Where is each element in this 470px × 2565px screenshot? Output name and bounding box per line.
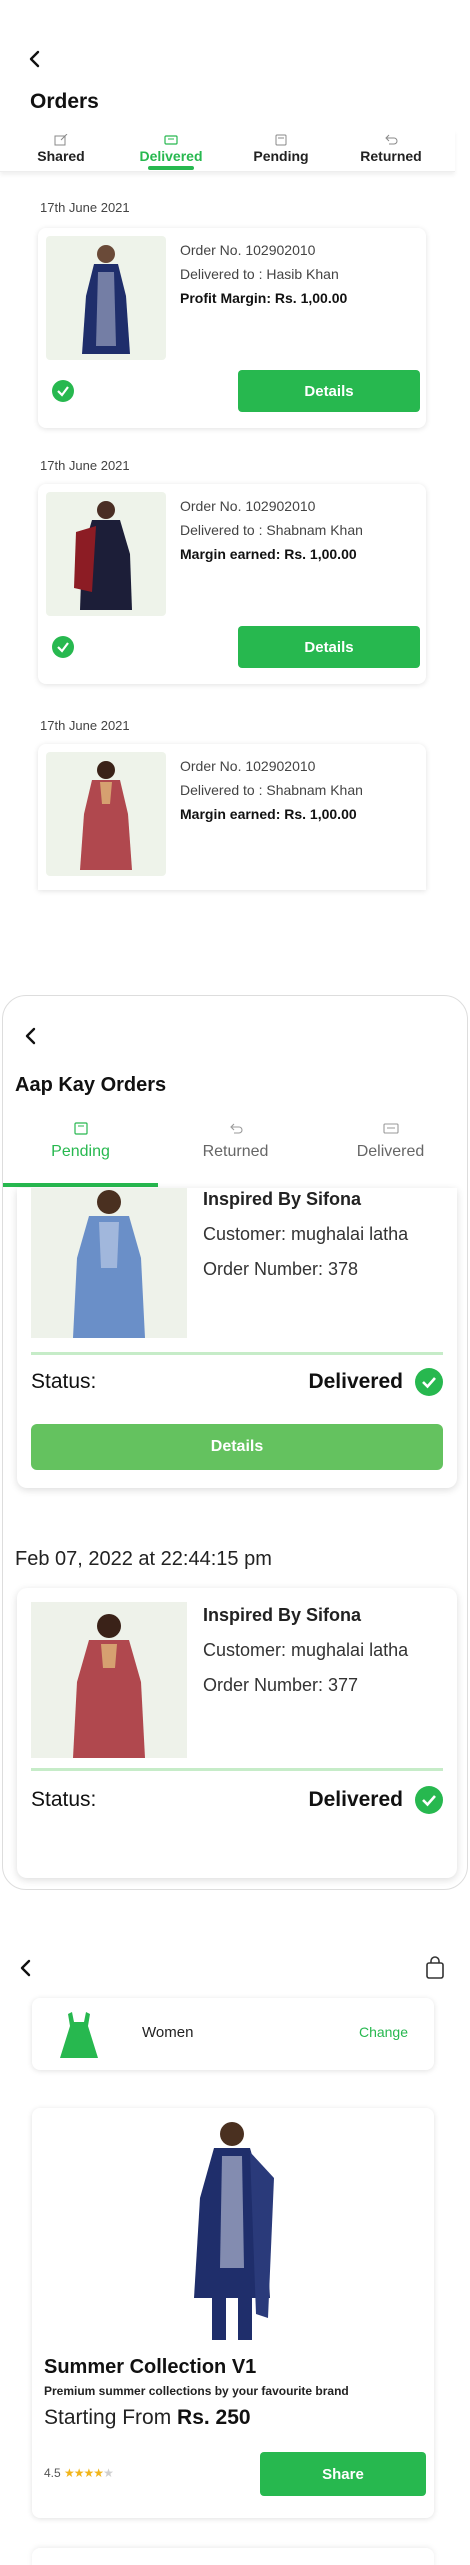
tab-pending[interactable]: Pending (3, 1116, 158, 1161)
status-value: Delivered (308, 1370, 403, 1393)
order-info: Order No. 102902010 Delivered to : Shabn… (180, 498, 363, 562)
order-info: Order No. 102902010 Delivered to : Hasib… (180, 242, 348, 306)
product-thumbnail (31, 1188, 187, 1338)
product-name: Summer Collection V1 (44, 2356, 257, 2378)
back-arrow-icon[interactable] (16, 1958, 36, 1978)
back-arrow-icon[interactable] (24, 48, 46, 70)
check-icon (415, 1368, 443, 1396)
order-date: 17th June 2021 (40, 200, 130, 215)
check-icon (52, 636, 74, 658)
product-thumbnail (46, 236, 166, 360)
status-label: Status: (31, 1788, 97, 1811)
truck-icon (164, 135, 178, 145)
truck-icon (382, 1123, 399, 1134)
pending-icon (275, 134, 287, 146)
return-icon (229, 1123, 242, 1134)
order-tabs: Pending Returned Delivered (3, 1116, 467, 1188)
product-rating: 4.5 ★★★★★ (44, 2466, 114, 2480)
order-date: 17th June 2021 (40, 458, 130, 473)
order-card: Inspired By Sifona Customer: mughalai la… (17, 1188, 457, 1488)
details-button[interactable]: Details (31, 1424, 443, 1470)
divider (31, 1768, 443, 1771)
share-icon (54, 134, 68, 146)
order-card: Inspired By Sifona Customer: mughalai la… (17, 1588, 457, 1878)
order-date: Feb 07, 2022 at 22:44:15 pm (15, 1548, 272, 1570)
divider (31, 1352, 443, 1355)
tab-returned[interactable]: Returned (336, 130, 446, 166)
share-button[interactable]: Share (260, 2452, 426, 2496)
tab-pending[interactable]: Pending (226, 130, 336, 166)
page-title: Aap Kay Orders (15, 1074, 167, 1096)
star-empty-icon: ★ (103, 2466, 114, 2480)
order-info: Inspired By Sifona Customer: mughalai la… (203, 1605, 409, 1695)
product-thumbnail (31, 1602, 187, 1758)
active-tab-indicator (3, 1183, 158, 1187)
order-card: Order No. 102902010 Delivered to : Shabn… (38, 484, 426, 684)
shopping-bag-icon[interactable] (424, 1956, 446, 1980)
order-info: Order No. 102902010 Delivered to : Shabn… (180, 758, 363, 822)
tab-shared[interactable]: Shared (6, 130, 116, 166)
product-thumbnail (46, 492, 166, 616)
tab-delivered[interactable]: Delivered (313, 1116, 467, 1161)
pending-icon (73, 1122, 88, 1135)
back-arrow-icon[interactable] (21, 1026, 41, 1046)
product-price: Starting From Rs. 250 (44, 2406, 251, 2429)
status-value: Delivered (308, 1788, 403, 1811)
order-tabs: Shared Delivered Pending Returned (0, 130, 455, 172)
star-rating-icon: ★★★★ (64, 2466, 104, 2480)
tab-returned[interactable]: Returned (158, 1116, 313, 1161)
details-button[interactable]: Details (238, 370, 420, 412)
change-category-link[interactable]: Change (359, 2024, 408, 2040)
orders-screen: Orders Shared Delivered Pending Returned… (0, 0, 470, 890)
product-card[interactable]: Summer Collection V1 Premium summer coll… (32, 2108, 434, 2518)
order-date: 17th June 2021 (40, 718, 130, 733)
details-button[interactable]: Details (238, 626, 420, 668)
dress-icon (60, 2012, 98, 2058)
active-tab-indicator (148, 166, 194, 170)
product-image (194, 2122, 274, 2340)
page-title: Orders (30, 90, 99, 113)
aap-kay-orders-screen: Aap Kay Orders Pending Returned Delivere… (2, 995, 468, 1890)
next-product-card (32, 2548, 434, 2565)
check-icon (52, 380, 74, 402)
category-selector: Women Change (32, 1998, 434, 2070)
product-tagline: Premium summer collections by your favou… (44, 2384, 349, 2398)
product-thumbnail (46, 752, 166, 876)
category-label: Women (142, 2024, 194, 2041)
catalog-screen: Women Change Summer Collection V1 Premiu… (0, 1920, 470, 2565)
check-icon (415, 1786, 443, 1814)
return-icon (385, 134, 398, 145)
tab-delivered[interactable]: Delivered (116, 130, 226, 166)
order-info: Inspired By Sifona Customer: mughalai la… (203, 1189, 409, 1279)
order-card: Order No. 102902010 Delivered to : Hasib… (38, 228, 426, 428)
status-label: Status: (31, 1370, 97, 1393)
order-card: Order No. 102902010 Delivered to : Shabn… (38, 744, 426, 890)
